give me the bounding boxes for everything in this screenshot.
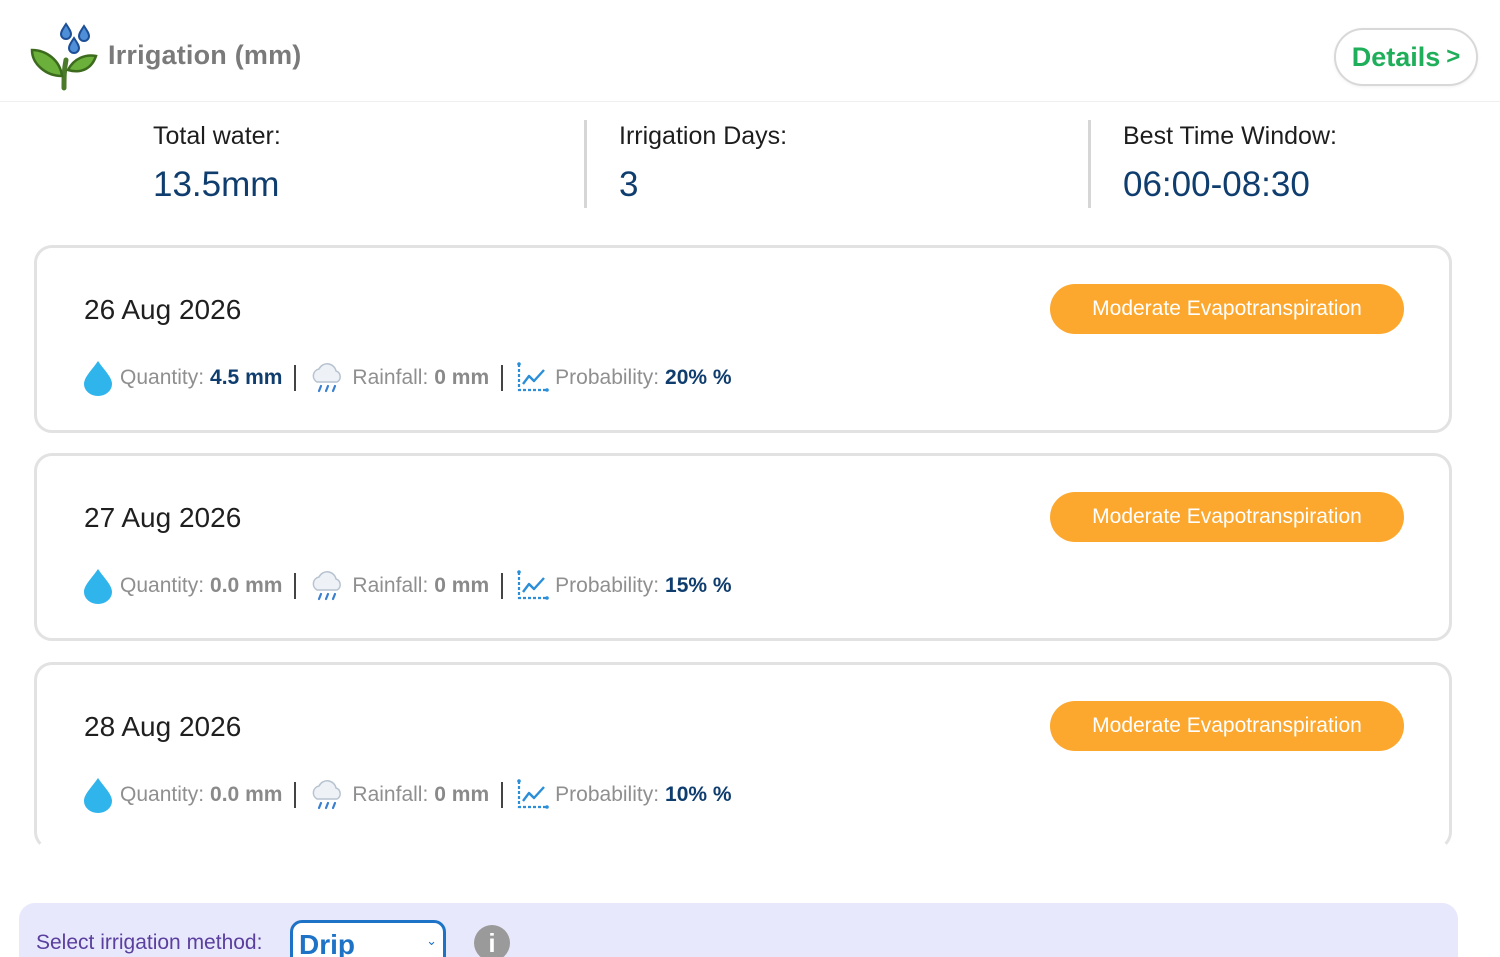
info-icon[interactable]: i (474, 925, 510, 957)
rainfall-metric: Rainfall: 0 mm (308, 360, 489, 396)
total-water-stat: Total water: 13.5mm (153, 122, 281, 205)
day-card: 28 Aug 2026 Moderate Evapotranspiration … (34, 662, 1452, 850)
info-glyph: i (488, 927, 496, 957)
total-water-label: Total water: (153, 122, 281, 150)
probability-value: 10% % (665, 783, 732, 806)
day-metrics: Quantity: 4.5 mm Rainfall: 0 mm Probabil… (82, 356, 732, 400)
irrigation-panel: Irrigation (mm) Details > Total water: 1… (0, 0, 1500, 957)
rainfall-label: Rainfall: (352, 783, 429, 806)
summary-divider (1088, 120, 1091, 208)
quantity-metric: Quantity: 0.0 mm (82, 777, 282, 813)
quantity-value: 0.0 mm (210, 574, 283, 597)
day-card: 27 Aug 2026 Moderate Evapotranspiration … (34, 453, 1452, 641)
chevron-down-icon: ⌄ (426, 933, 437, 948)
irrigation-method-label: Select irrigation method: (36, 931, 263, 954)
metric-separator (294, 573, 297, 599)
rainfall-label: Rainfall: (352, 574, 429, 597)
irrigation-method-bar: Select irrigation method: Drip ⌄ i (19, 903, 1458, 957)
probability-value: 15% % (665, 574, 732, 597)
quantity-label: Quantity: (120, 574, 205, 597)
day-card: 26 Aug 2026 Moderate Evapotranspiration … (34, 245, 1452, 433)
irrigation-days-stat: Irrigation Days: 3 (619, 122, 787, 205)
water-drop-icon (84, 361, 112, 396)
plant-water-drops-icon (30, 22, 98, 91)
metric-separator (501, 782, 504, 808)
probability-metric: Probability: 15% % (515, 570, 732, 602)
quantity-value: 0.0 mm (210, 783, 283, 806)
irrigation-days-label: Irrigation Days: (619, 122, 788, 150)
day-metrics: Quantity: 0.0 mm Rainfall: 0 mm Probabil… (82, 564, 732, 608)
water-drop-icon (84, 569, 112, 604)
probability-value: 20% % (665, 366, 732, 389)
metric-separator (501, 365, 504, 391)
line-chart-icon (517, 362, 549, 392)
rainfall-value: 0 mm (434, 783, 490, 806)
rain-cloud-icon (313, 363, 342, 393)
best-time-stat: Best Time Window: 06:00-08:30 (1123, 122, 1337, 205)
evapotranspiration-badge: Moderate Evapotranspiration (1050, 492, 1404, 542)
day-metrics: Quantity: 0.0 mm Rainfall: 0 mm Probabil… (82, 773, 732, 817)
quantity-label: Quantity: (120, 366, 205, 389)
day-date: 26 Aug 2026 (84, 294, 242, 325)
rain-cloud-icon (313, 571, 342, 601)
day-date: 27 Aug 2026 (84, 502, 242, 533)
summary-divider (584, 120, 587, 208)
chevron-right-icon: > (1446, 43, 1461, 70)
panel-header: Irrigation (mm) Details > (0, 0, 1500, 102)
irrigation-method-select[interactable]: Drip ⌄ (290, 920, 446, 957)
rainfall-value: 0 mm (434, 574, 490, 597)
quantity-metric: Quantity: 0.0 mm (82, 568, 282, 604)
quantity-label: Quantity: (120, 783, 205, 806)
rainfall-metric: Rainfall: 0 mm (308, 777, 489, 813)
probability-label: Probability: (555, 783, 660, 806)
evapotranspiration-badge: Moderate Evapotranspiration (1050, 701, 1404, 751)
rainfall-metric: Rainfall: 0 mm (308, 568, 489, 604)
irrigation-summary: Total water: 13.5mm Irrigation Days: 3 B… (0, 102, 1500, 232)
quantity-metric: Quantity: 4.5 mm (82, 360, 282, 396)
probability-label: Probability: (555, 366, 660, 389)
probability-metric: Probability: 20% % (515, 362, 732, 394)
line-chart-icon (517, 779, 549, 809)
probability-label: Probability: (555, 574, 660, 597)
water-drop-icon (84, 778, 112, 813)
irrigation-days-value: 3 (619, 165, 639, 204)
irrigation-method-value: Drip (299, 929, 355, 957)
rainfall-label: Rainfall: (352, 366, 429, 389)
metric-separator (294, 782, 297, 808)
best-time-label: Best Time Window: (1123, 122, 1337, 150)
metric-separator (501, 573, 504, 599)
evapotranspiration-badge: Moderate Evapotranspiration (1050, 284, 1404, 334)
best-time-value: 06:00-08:30 (1123, 165, 1310, 204)
line-chart-icon (517, 570, 549, 600)
details-label: Details (1351, 41, 1441, 72)
rainfall-value: 0 mm (434, 366, 490, 389)
day-date: 28 Aug 2026 (84, 711, 242, 742)
probability-metric: Probability: 10% % (515, 779, 732, 811)
metric-separator (294, 365, 297, 391)
details-button[interactable]: Details > (1334, 28, 1478, 86)
rain-cloud-icon (313, 780, 342, 810)
total-water-value: 13.5mm (153, 165, 280, 204)
quantity-value: 4.5 mm (210, 366, 283, 389)
panel-title: Irrigation (mm) (108, 40, 302, 70)
